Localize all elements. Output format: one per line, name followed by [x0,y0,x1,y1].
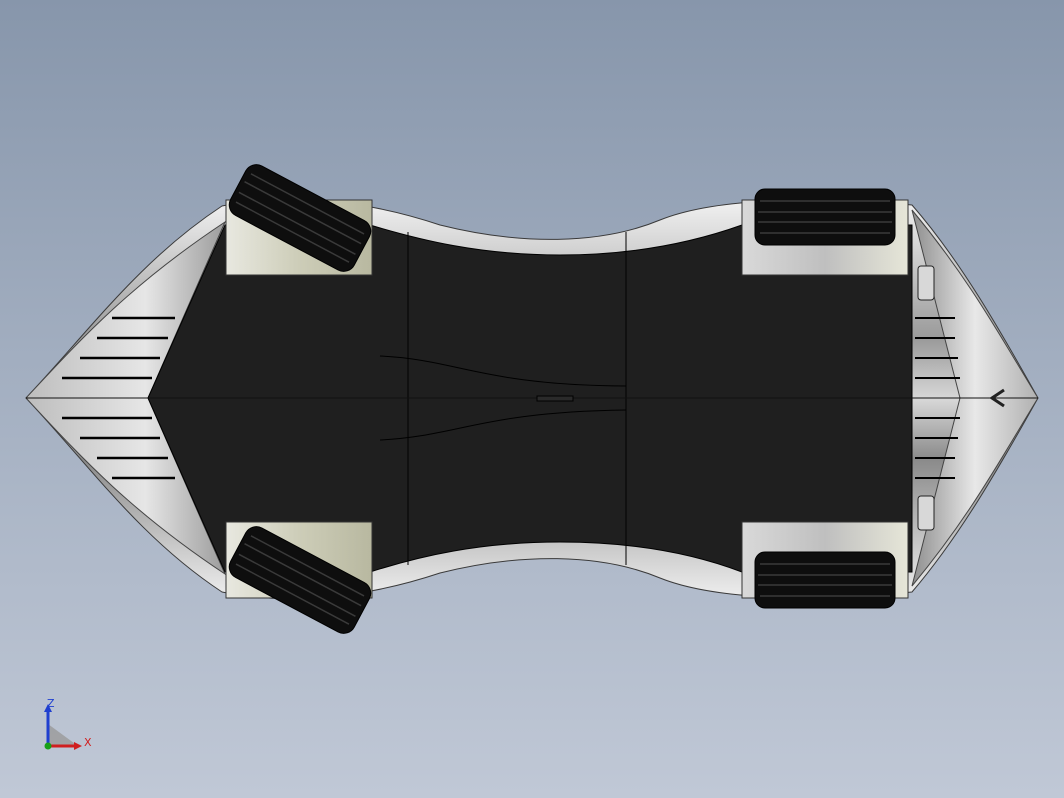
triad-plane [48,724,78,746]
origin-icon [44,742,52,750]
cad-viewport[interactable] [0,0,1064,798]
x-arrow-icon [74,742,82,750]
rear-light-bottom [917,495,935,531]
z-axis-label: Z [47,697,55,710]
rear-left-tire[interactable] [754,188,896,246]
rear-right-tire[interactable] [754,551,896,609]
rear-light-top [917,265,935,301]
x-axis-label: X [84,736,92,749]
coordinate-triad: Z X [44,697,92,750]
